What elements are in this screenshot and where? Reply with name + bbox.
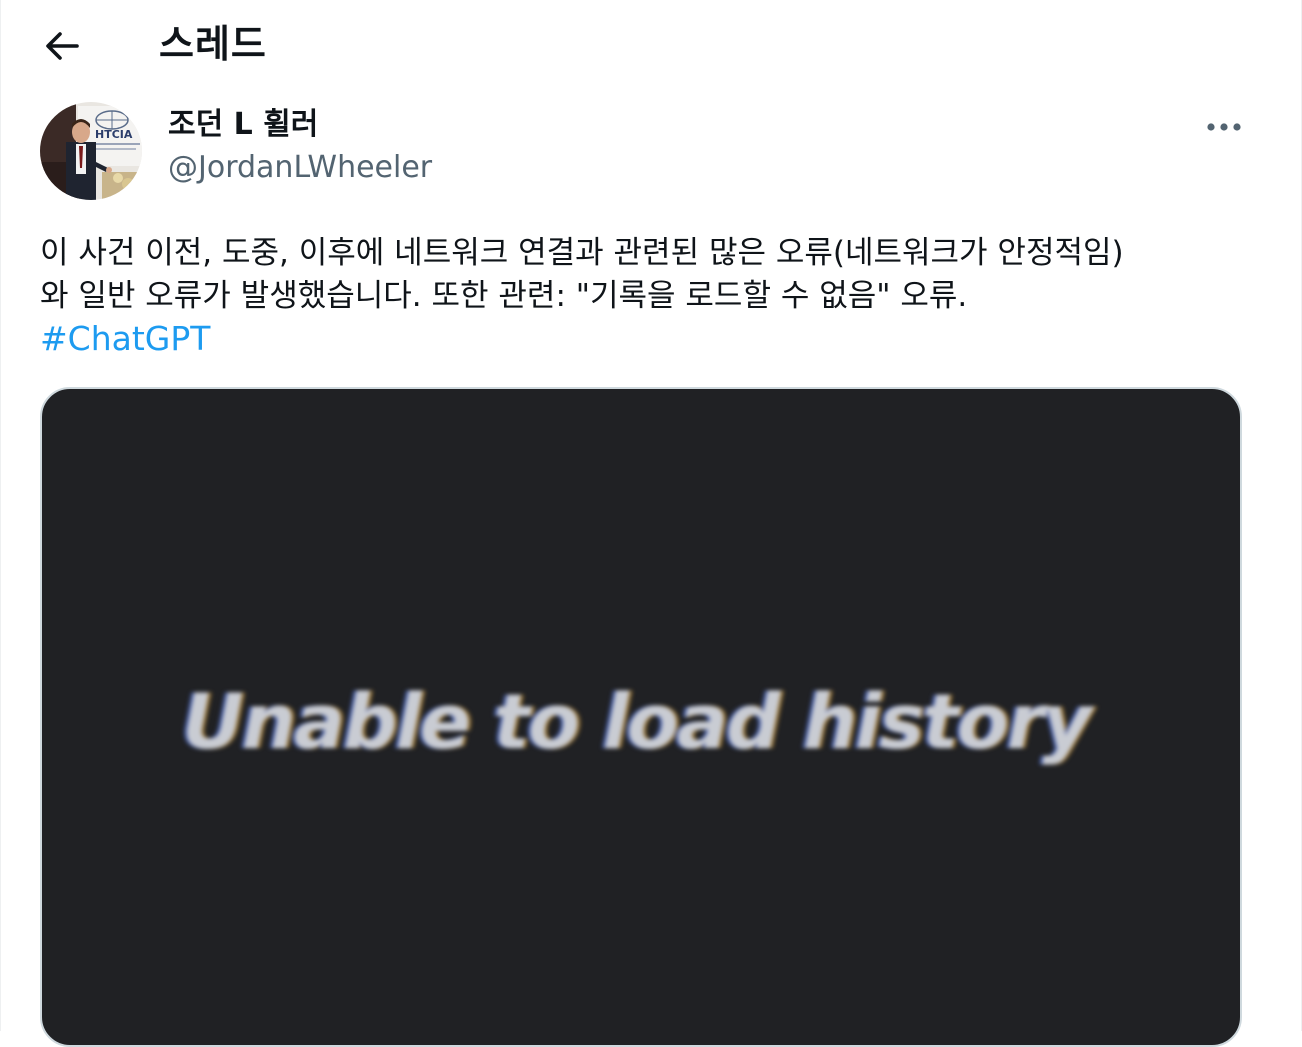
hashtag-link[interactable]: #ChatGPT [40, 317, 210, 361]
header-bar: 스레드 [1, 0, 1302, 92]
arrow-left-icon [46, 32, 79, 60]
avatar[interactable]: HTCIA [40, 102, 142, 200]
back-button[interactable] [37, 24, 87, 68]
avatar-banner-text: HTCIA [95, 128, 133, 141]
thread-page: 스레드 HTCIA 조던 L 휠러 @JordanLWheeler 이 사건 이… [0, 0, 1302, 1047]
more-options-button[interactable] [1197, 108, 1251, 146]
more-horizontal-icon [1207, 123, 1241, 131]
media-image-text: Unable to load history [182, 677, 1092, 766]
author-display-name[interactable]: 조던 L 휠러 [168, 104, 318, 146]
author-handle[interactable]: @JordanLWheeler [168, 148, 432, 188]
tweet-media-image[interactable]: Unable to load history [40, 387, 1242, 1047]
tweet-text: 이 사건 이전, 도중, 이후에 네트워크 연결과 관련된 많은 오류(네트워크… [40, 235, 1124, 314]
avatar-photo: HTCIA [40, 102, 142, 200]
page-title: 스레드 [159, 22, 267, 66]
